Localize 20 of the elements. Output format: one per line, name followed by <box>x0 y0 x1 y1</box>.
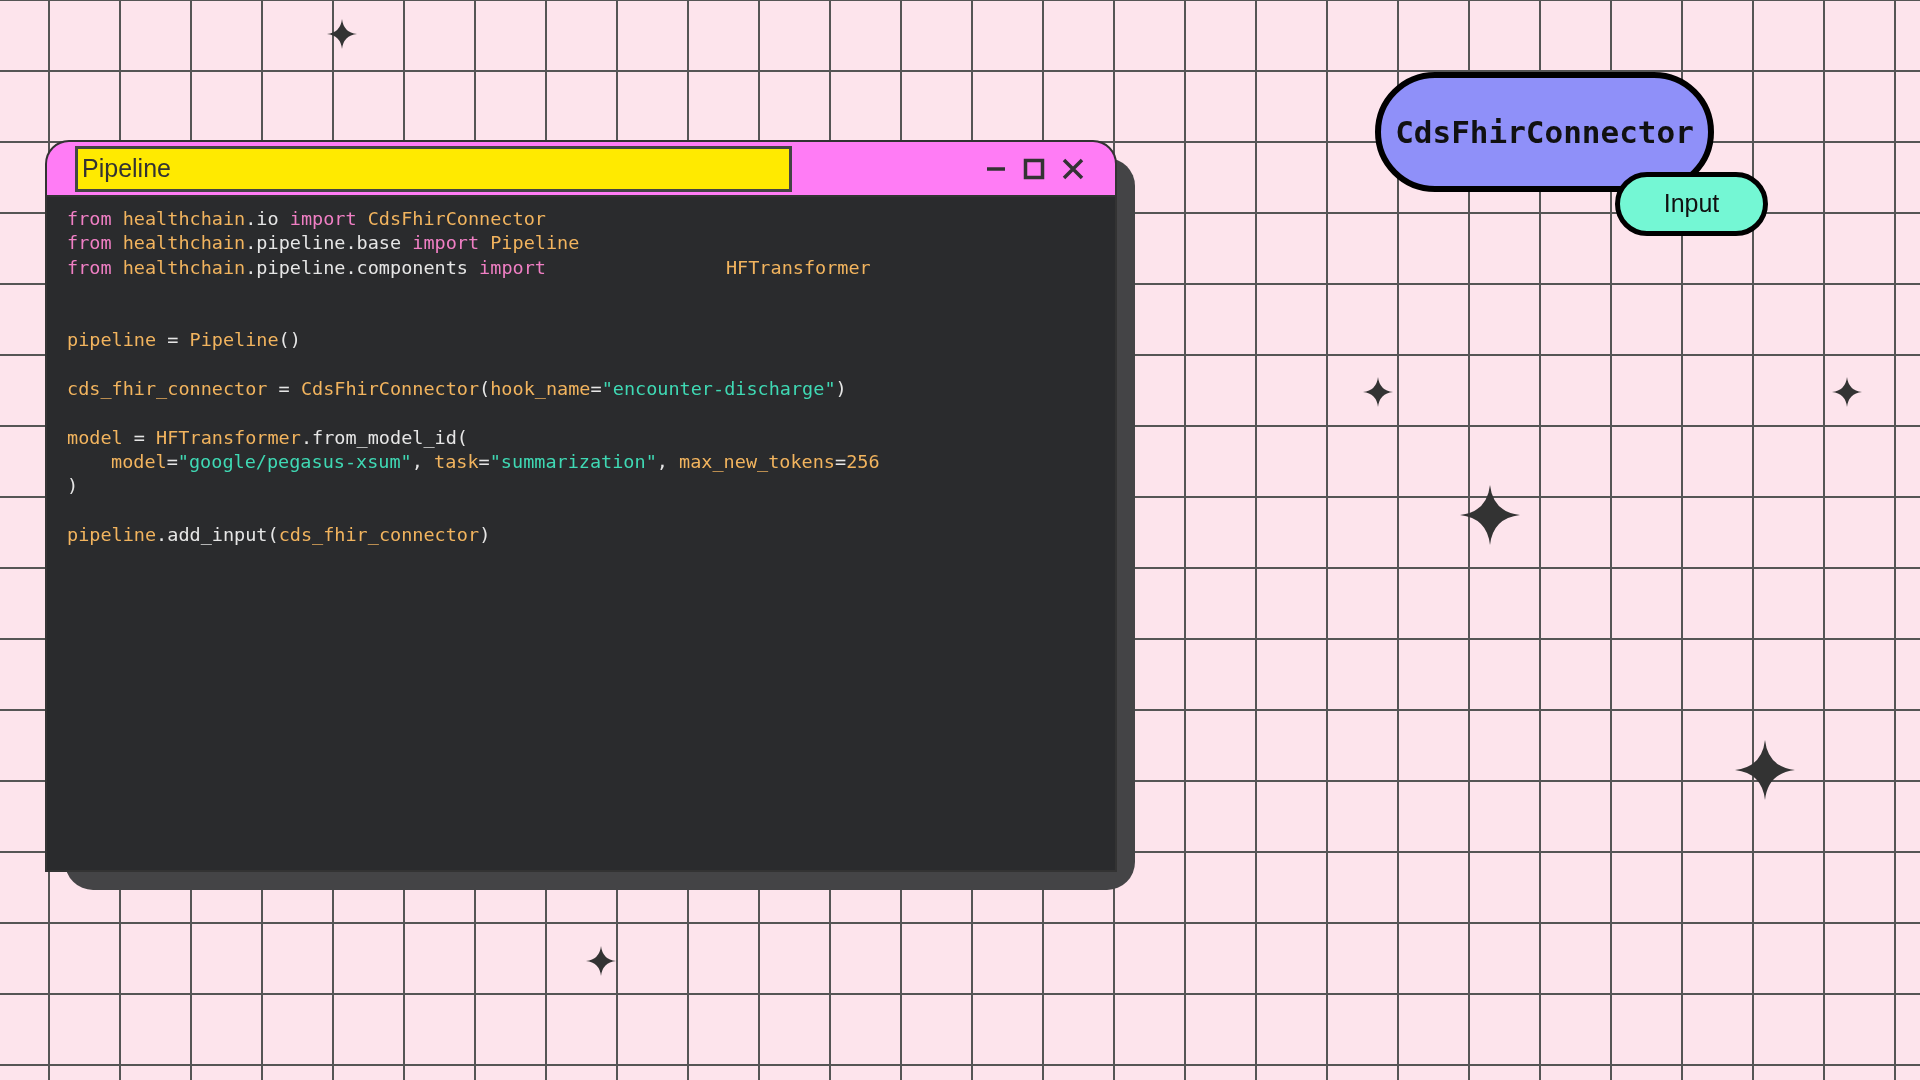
component-pill: CdsFhirConnector <box>1375 72 1714 192</box>
sparkle-icon <box>1832 377 1862 407</box>
code-line: ) <box>67 474 79 499</box>
sparkle-icon <box>327 19 357 49</box>
code-line: from healthchain.pipeline.components import HFTransformer <box>67 255 871 280</box>
sparkle-icon <box>586 946 616 976</box>
code-line: pipeline = Pipeline() <box>67 328 301 353</box>
close-icon[interactable] <box>1061 156 1085 181</box>
sparkle-icon <box>1460 485 1520 545</box>
code-line: model="google/pegasus-xsum", task="summarization", max_new_tokens=256 <box>110 449 880 474</box>
code-line: from healthchain.io import CdsFhirConnector <box>67 207 546 231</box>
code-line: pipeline.add_input(cds_fhir_connector) <box>67 522 491 547</box>
maximize-icon[interactable] <box>1023 157 1045 180</box>
sparkle-icon <box>1735 740 1795 800</box>
code-line: model = HFTransformer.from_model_id( <box>67 425 468 450</box>
window-title: Pipeline <box>75 145 792 192</box>
role-pill: Input <box>1615 172 1768 236</box>
code-line: from healthchain.pipeline.base import Pipeline <box>67 231 580 256</box>
code-line: cds_fhir_connector = CdsFhirConnector(hook_name="encounter-discharge") <box>67 377 847 402</box>
sparkle-icon <box>1363 377 1393 407</box>
